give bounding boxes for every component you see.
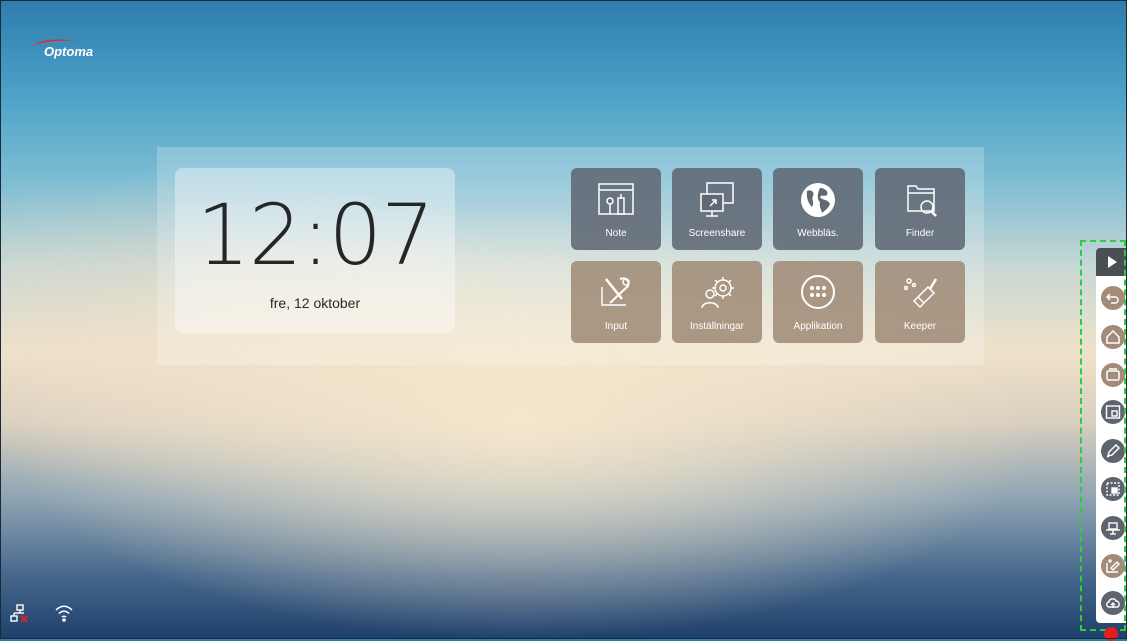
screenshare-icon — [700, 182, 734, 217]
input-tools-icon — [601, 277, 630, 306]
clean-icon — [1106, 559, 1120, 573]
app-tile-input[interactable]: Input — [571, 261, 661, 343]
home-icon — [1106, 329, 1120, 344]
wifi-status[interactable] — [54, 603, 74, 628]
back-button[interactable] — [1101, 286, 1125, 310]
app-tile-settings[interactable]: Inställningar — [672, 261, 762, 343]
folder-search-icon — [907, 185, 937, 217]
apps-grid-icon — [801, 275, 835, 309]
tile-label: Keeper — [903, 321, 937, 332]
clean-button[interactable] — [1101, 554, 1125, 578]
clock-widget[interactable]: 12:07 fre, 12 oktober — [175, 168, 455, 333]
whiteboard-button[interactable] — [1101, 400, 1125, 424]
network-disconnected-icon — [10, 604, 28, 623]
freeze-button[interactable] — [1101, 516, 1125, 540]
screen-capture-icon — [1106, 482, 1120, 496]
tile-label: Screenshare — [688, 228, 746, 239]
note-icon — [598, 183, 634, 215]
cloud-upload-button[interactable] — [1101, 591, 1125, 615]
back-icon — [1105, 293, 1119, 304]
network-status[interactable] — [10, 603, 30, 628]
clock-date: fre, 12 oktober — [269, 295, 361, 311]
tile-label: Finder — [905, 228, 935, 239]
settings-gear-person-icon — [701, 277, 734, 309]
app-tile-keeper[interactable]: Keeper — [875, 261, 965, 343]
broom-icon — [903, 278, 938, 309]
annotate-pen-icon — [1106, 443, 1121, 458]
tile-label: Applikation — [793, 321, 843, 332]
screen-capture-button[interactable] — [1101, 477, 1125, 501]
cloud-upload-icon — [1106, 598, 1120, 608]
play-arrow-icon — [1108, 256, 1117, 268]
recent-apps-icon — [1106, 368, 1120, 381]
tile-label: Inställningar — [690, 321, 744, 332]
app-tile-screenshare[interactable]: Screenshare — [672, 168, 762, 250]
whiteboard-icon — [1105, 405, 1121, 419]
app-tile-note[interactable]: Note — [571, 168, 661, 250]
toolbar-toggle-button[interactable] — [1096, 248, 1127, 276]
annotate-button[interactable] — [1101, 439, 1125, 463]
app-tile-applications[interactable]: Applikation — [773, 261, 863, 343]
freeze-icon — [1106, 522, 1120, 535]
wifi-icon — [55, 605, 73, 622]
tile-label: Input — [604, 321, 628, 332]
recent-apps-button[interactable] — [1101, 363, 1125, 387]
app-tile-browser[interactable]: Webbläs. — [773, 168, 863, 250]
app-tile-finder[interactable]: Finder — [875, 168, 965, 250]
home-button[interactable] — [1101, 325, 1125, 349]
clock-time: 12:07 — [196, 186, 434, 284]
tile-label: Note — [605, 228, 627, 239]
globe-icon — [801, 183, 835, 217]
tile-label: Webbläs. — [797, 228, 839, 239]
logo-text: Optoma — [44, 44, 94, 59]
